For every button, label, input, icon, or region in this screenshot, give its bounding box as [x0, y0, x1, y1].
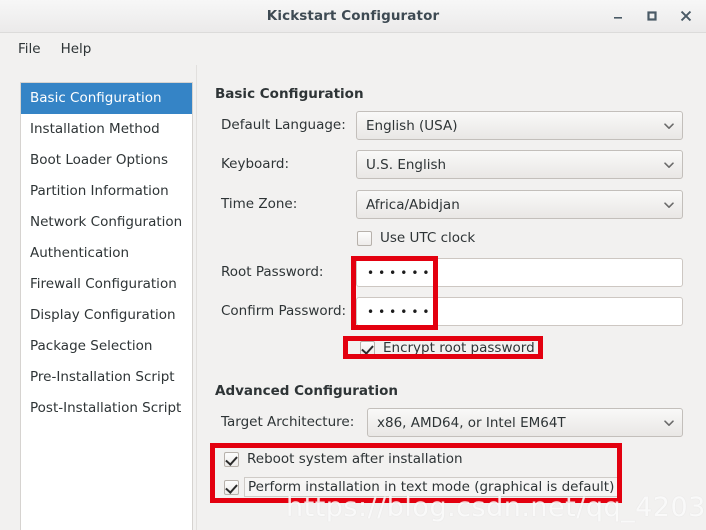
sidebar-item-firewall-configuration[interactable]: Firewall Configuration — [21, 269, 192, 300]
sidebar-item-authentication[interactable]: Authentication — [21, 238, 192, 269]
confirm-password-value: •••••• — [367, 304, 434, 319]
window-title: Kickstart Configurator — [266, 8, 440, 24]
title-bar: Kickstart Configurator — [0, 0, 706, 33]
sidebar-item-post-installation-script[interactable]: Post-Installation Script — [21, 393, 192, 424]
chevron-down-icon — [664, 122, 674, 129]
menu-bar: File Help — [0, 33, 706, 65]
text-mode-installation-checkbox-row[interactable]: Perform installation in text mode (graph… — [224, 477, 619, 497]
sidebar-item-partition-information[interactable]: Partition Information — [21, 176, 192, 207]
root-password-label: Root Password: — [221, 264, 324, 280]
settings-pane: Basic Configuration Default Language: En… — [197, 65, 706, 530]
root-password-input[interactable]: •••••• — [356, 258, 683, 287]
use-utc-clock-label: Use UTC clock — [380, 230, 476, 246]
keyboard-combobox[interactable]: U.S. English — [356, 150, 683, 179]
confirm-password-input[interactable]: •••••• — [356, 297, 683, 326]
default-language-combobox[interactable]: English (USA) — [356, 111, 683, 140]
sidebar-item-package-selection[interactable]: Package Selection — [21, 331, 192, 362]
time-zone-label: Time Zone: — [221, 196, 298, 212]
minimize-icon[interactable] — [604, 2, 632, 30]
reboot-after-installation-checkbox-row[interactable]: Reboot system after installation — [224, 451, 463, 467]
sidebar-item-display-configuration[interactable]: Display Configuration — [21, 300, 192, 331]
target-architecture-value: x86, AMD64, or Intel EM64T — [377, 414, 566, 431]
use-utc-clock-checkbox-row[interactable]: Use UTC clock — [357, 230, 475, 246]
default-language-label: Default Language: — [221, 117, 346, 133]
keyboard-label: Keyboard: — [221, 156, 290, 172]
target-architecture-combobox[interactable]: x86, AMD64, or Intel EM64T — [367, 408, 683, 437]
application-window: Kickstart Configurator File Help Basic C… — [0, 0, 706, 530]
sidebar-item-pre-installation-script[interactable]: Pre-Installation Script — [21, 362, 192, 393]
time-zone-value: Africa/Abidjan — [366, 196, 460, 213]
use-utc-clock-checkbox[interactable] — [357, 230, 372, 246]
encrypt-root-password-label: Encrypt root password — [383, 340, 535, 356]
sidebar-item-installation-method[interactable]: Installation Method — [21, 114, 192, 145]
maximize-icon[interactable] — [638, 2, 666, 30]
reboot-after-installation-label: Reboot system after installation — [247, 451, 463, 467]
sidebar-item-basic-configuration[interactable]: Basic Configuration — [21, 83, 192, 114]
text-mode-installation-label: Perform installation in text mode (graph… — [244, 477, 619, 497]
confirm-password-label: Confirm Password: — [221, 303, 347, 319]
chevron-down-icon — [664, 419, 674, 426]
text-mode-installation-checkbox[interactable] — [224, 479, 239, 495]
target-architecture-label: Target Architecture: — [221, 414, 355, 430]
menu-item-help[interactable]: Help — [51, 38, 102, 60]
encrypt-root-password-checkbox-row[interactable]: Encrypt root password — [360, 340, 535, 356]
sidebar-item-boot-loader-options[interactable]: Boot Loader Options — [21, 145, 192, 176]
sidebar-item-network-configuration[interactable]: Network Configuration — [21, 207, 192, 238]
sidebar-navigation-list[interactable]: Basic Configuration Installation Method … — [20, 82, 193, 530]
chevron-down-icon — [664, 161, 674, 168]
basic-configuration-heading: Basic Configuration — [215, 86, 364, 102]
window-controls — [604, 0, 700, 32]
root-password-value: •••••• — [367, 265, 434, 280]
close-icon[interactable] — [672, 2, 700, 30]
encrypt-root-password-checkbox[interactable] — [360, 340, 375, 356]
chevron-down-icon — [664, 201, 674, 208]
keyboard-value: U.S. English — [366, 156, 447, 173]
main-content: Basic Configuration Installation Method … — [0, 65, 706, 530]
default-language-value: English (USA) — [366, 117, 458, 134]
time-zone-combobox[interactable]: Africa/Abidjan — [356, 190, 683, 219]
menu-item-file[interactable]: File — [8, 38, 51, 60]
reboot-after-installation-checkbox[interactable] — [224, 451, 239, 467]
advanced-configuration-heading: Advanced Configuration — [215, 383, 398, 399]
